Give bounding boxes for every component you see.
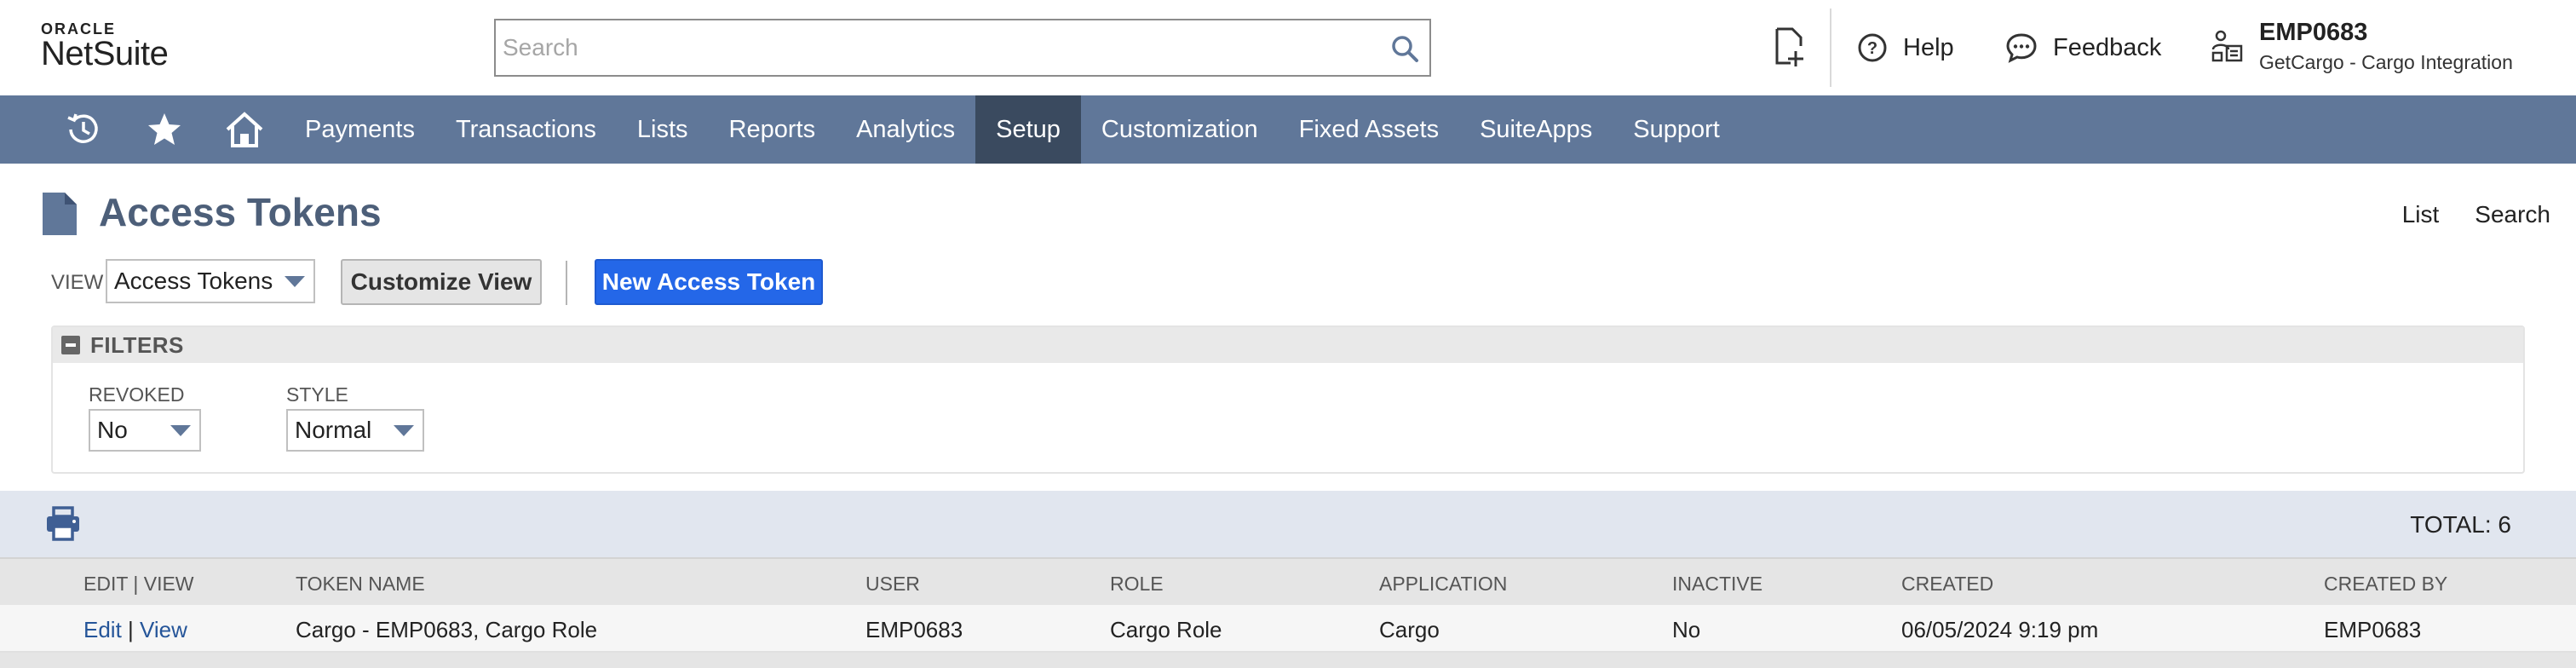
top-header: ORACLE NetSuite ? Help Feedback	[0, 0, 2576, 95]
table-footer-strip	[0, 653, 2576, 668]
list-link[interactable]: List	[2402, 201, 2440, 228]
history-icon	[67, 113, 98, 143]
header-divider	[1830, 9, 1831, 87]
view-select[interactable]: Access Tokens	[106, 259, 315, 303]
nav-recent[interactable]	[43, 95, 124, 164]
document-icon	[43, 193, 77, 235]
recent-records-icon[interactable]	[1772, 26, 1809, 68]
role-cell: Cargo Role	[1110, 617, 1222, 642]
help-link[interactable]: ? Help	[1857, 31, 1954, 65]
search-icon[interactable]	[1390, 34, 1419, 63]
column-header-application[interactable]: APPLICATION	[1379, 573, 1507, 596]
feedback-label: Feedback	[2053, 33, 2162, 61]
results-toolbar: TOTAL: 6	[0, 491, 2576, 557]
nav-reports[interactable]: Reports	[709, 95, 837, 164]
edit-link[interactable]: Edit	[83, 617, 122, 642]
account-subtitle: GetCargo - Cargo Integration	[2259, 51, 2513, 73]
netsuite-logo[interactable]: ORACLE NetSuite	[41, 20, 169, 73]
new-access-token-button[interactable]: New Access Token	[595, 259, 823, 305]
column-header-edit-view: EDIT | VIEW	[83, 573, 194, 595]
search-input[interactable]	[496, 20, 1365, 75]
page-links: List Search	[2402, 201, 2550, 228]
svg-text:?: ?	[1867, 39, 1877, 58]
page-title: Access Tokens	[99, 190, 382, 234]
created-cell: 06/05/2024 9:19 pm	[1901, 617, 2099, 642]
view-label: VIEW	[51, 271, 104, 294]
nav-setup[interactable]: Setup	[975, 95, 1081, 164]
global-search	[494, 19, 1431, 77]
print-icon[interactable]	[44, 506, 82, 542]
nav-favorites[interactable]	[124, 95, 204, 164]
star-icon	[148, 113, 181, 145]
logo-netsuite-text: NetSuite	[41, 35, 169, 72]
nav-transactions[interactable]: Transactions	[435, 95, 617, 164]
filters-header[interactable]: FILTERS	[53, 327, 2523, 363]
created-by-cell: EMP0683	[2324, 617, 2422, 642]
total-count: TOTAL: 6	[2410, 511, 2511, 538]
nav-analytics[interactable]: Analytics	[836, 95, 975, 164]
token-name-cell: Cargo - EMP0683, Cargo Role	[296, 617, 598, 642]
view-select-value: Access Tokens	[114, 268, 273, 294]
column-header-token-name[interactable]: TOKEN NAME	[296, 573, 425, 596]
home-icon	[226, 112, 263, 147]
help-label: Help	[1903, 33, 1954, 61]
nav-home[interactable]	[204, 95, 285, 164]
toolbar-divider	[566, 261, 567, 305]
nav-support[interactable]: Support	[1613, 95, 1740, 164]
table-row: Edit | View Cargo - EMP0683, Cargo Role …	[0, 605, 2576, 653]
main-nav: Payments Transactions Lists Reports Anal…	[0, 95, 2576, 164]
inactive-cell: No	[1672, 617, 1701, 642]
application-cell: Cargo	[1379, 617, 1440, 642]
column-header-user[interactable]: USER	[865, 573, 920, 596]
column-header-role[interactable]: ROLE	[1110, 573, 1164, 596]
edit-view-cell: Edit | View	[83, 617, 187, 643]
filters-title: FILTERS	[90, 331, 184, 358]
column-header-created-by[interactable]: CREATED BY	[2324, 573, 2447, 596]
style-select[interactable]: Normal	[286, 409, 424, 452]
revoked-select-value: No	[97, 417, 128, 443]
chevron-down-icon	[170, 425, 191, 436]
revoked-label: REVOKED	[89, 383, 185, 406]
nav-customization[interactable]: Customization	[1081, 95, 1279, 164]
column-header-inactive[interactable]: INACTIVE	[1672, 573, 1762, 596]
chevron-down-icon	[394, 425, 414, 436]
revoked-select[interactable]: No	[89, 409, 201, 452]
user-cell: EMP0683	[865, 617, 963, 642]
customize-view-button[interactable]: Customize View	[341, 259, 542, 305]
view-link[interactable]: View	[140, 617, 187, 642]
account-id: EMP0683	[2259, 19, 2368, 46]
nav-suiteapps[interactable]: SuiteApps	[1459, 95, 1613, 164]
feedback-icon	[2006, 33, 2037, 63]
collapse-icon[interactable]	[61, 336, 80, 354]
column-header-created[interactable]: CREATED	[1901, 573, 1993, 596]
search-link[interactable]: Search	[2475, 201, 2550, 228]
edit-view-separator: |	[121, 617, 141, 642]
account-roles-icon	[2211, 30, 2243, 62]
nav-lists[interactable]: Lists	[617, 95, 709, 164]
nav-fixed-assets[interactable]: Fixed Assets	[1279, 95, 1459, 164]
style-label: STYLE	[286, 383, 348, 406]
style-select-value: Normal	[295, 417, 372, 443]
nav-payments[interactable]: Payments	[285, 95, 435, 164]
feedback-link[interactable]: Feedback	[2005, 31, 2161, 65]
chevron-down-icon	[285, 276, 305, 287]
help-icon: ?	[1858, 33, 1887, 62]
table-header: EDIT | VIEW TOKEN NAME USER ROLE APPLICA…	[0, 557, 2576, 605]
